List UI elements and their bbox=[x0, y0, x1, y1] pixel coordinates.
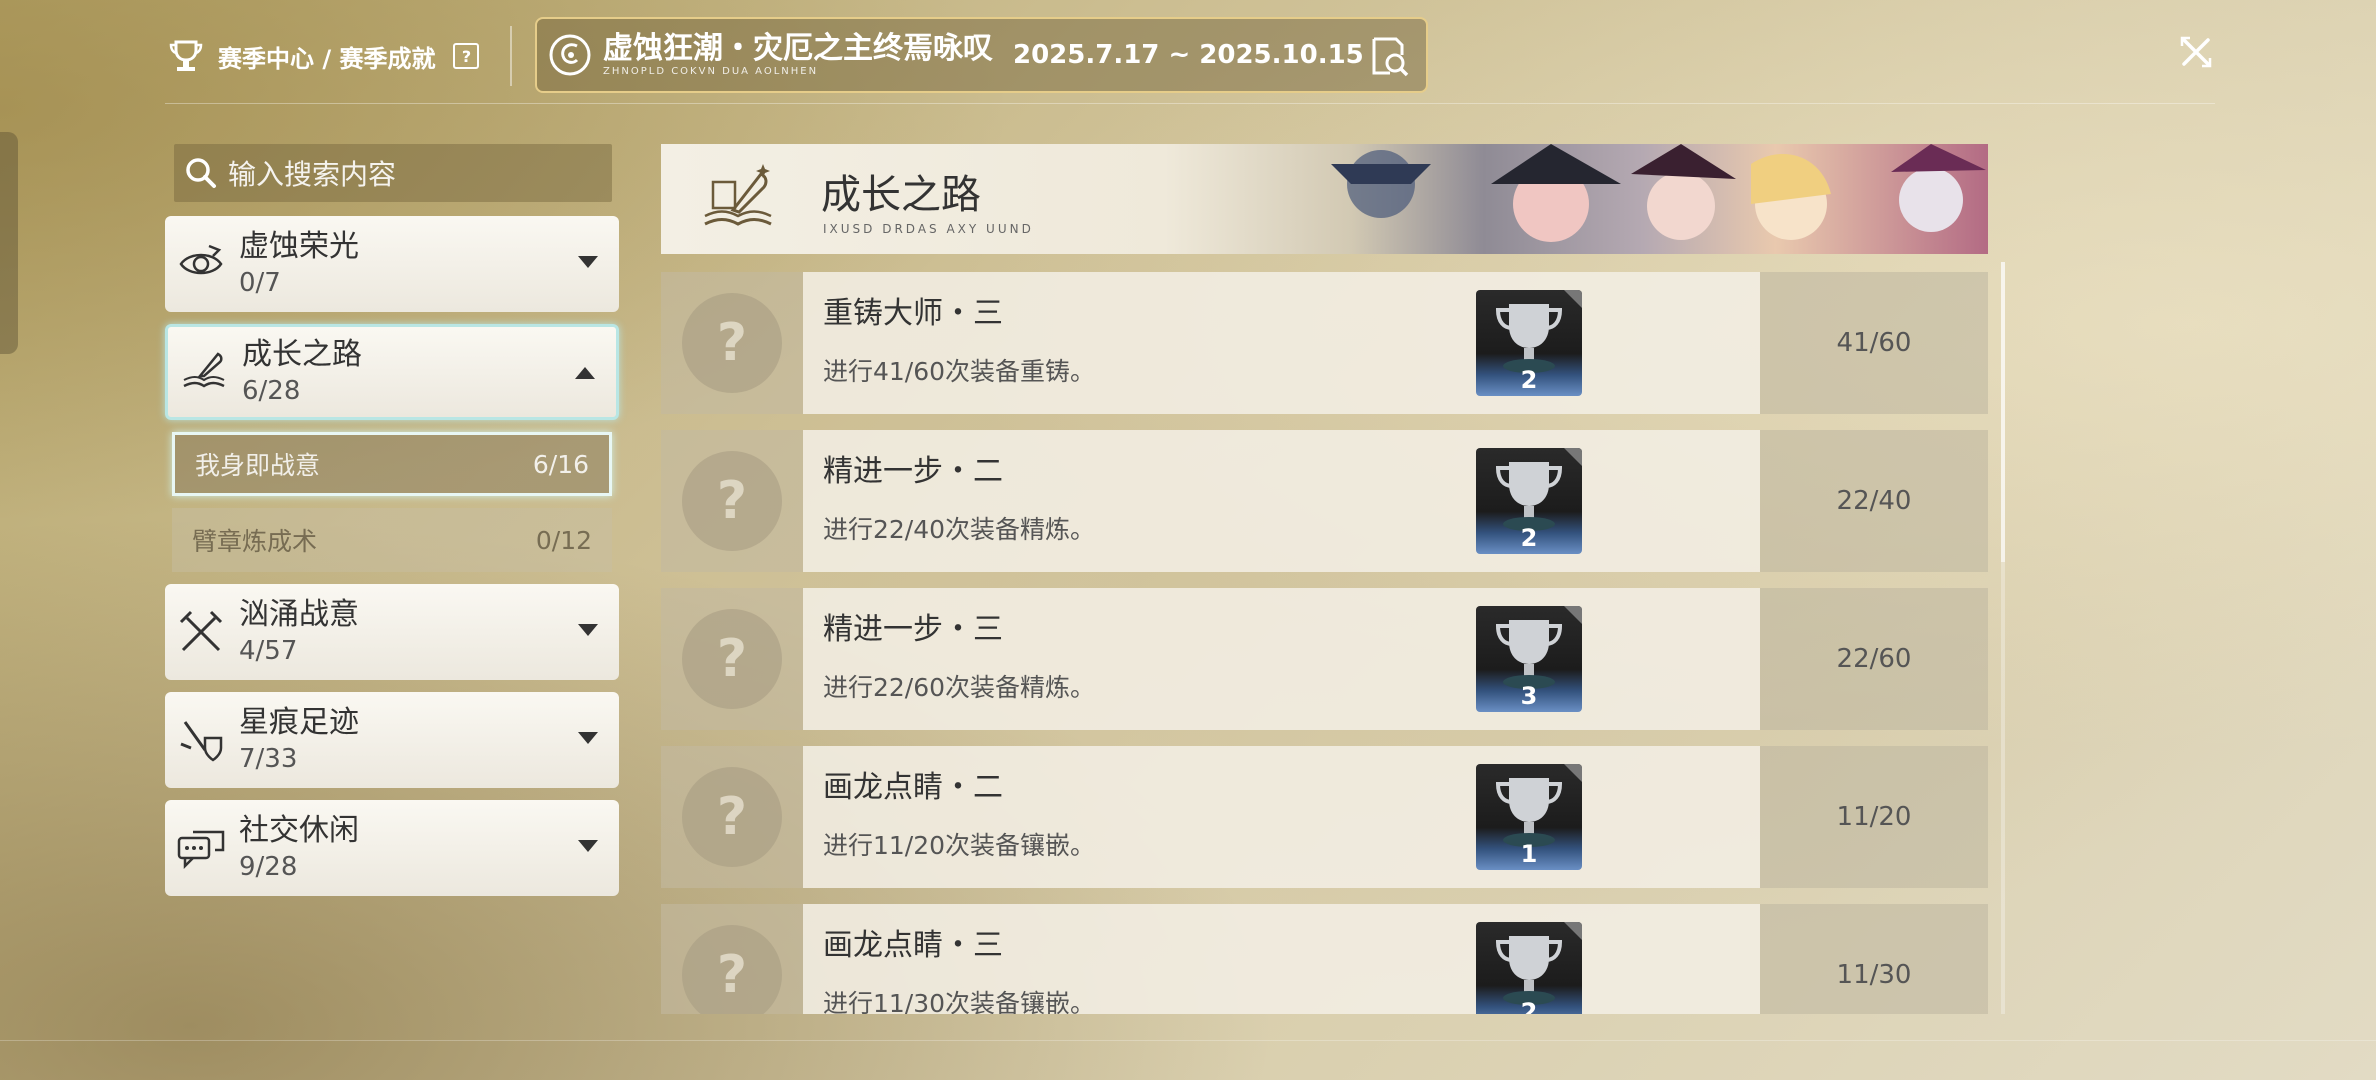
achievement-row[interactable]: ? 精进一步・三 进行22/60次装备精炼。 3 22/60 bbox=[661, 588, 1988, 730]
chevron-up-icon bbox=[575, 367, 595, 379]
search-placeholder: 输入搜索内容 bbox=[228, 158, 397, 191]
season-banner: 虚蚀狂潮・灾厄之主终焉咏叹 ZHNOPLD COKVN DUA AOLNHEN … bbox=[535, 17, 1428, 93]
scrollbar-thumb[interactable] bbox=[2001, 262, 2005, 562]
category-xushi-rongguang[interactable]: 虚蚀荣光 0/7 bbox=[165, 216, 619, 312]
achievement-desc: 进行11/30次装备镶嵌。 bbox=[823, 989, 1096, 1014]
question-mark-icon: ? bbox=[682, 293, 782, 393]
banner-title: 成长之路 bbox=[821, 172, 981, 218]
season-search-icon[interactable] bbox=[1366, 33, 1412, 79]
question-mark-icon: ? bbox=[682, 767, 782, 867]
locked-placeholder: ? bbox=[661, 904, 803, 1014]
achievement-name: 重铸大师・三 bbox=[823, 296, 1003, 331]
badge-level: 2 bbox=[1520, 998, 1538, 1014]
banner-subtitle: IXUSD DRDAS AXY UUND bbox=[823, 222, 1034, 236]
question-mark-icon: ? bbox=[682, 925, 782, 1014]
character-artwork bbox=[1331, 144, 1986, 242]
category-name: 汹涌战意 bbox=[239, 597, 359, 632]
season-emblem-icon bbox=[549, 34, 591, 76]
close-icon[interactable] bbox=[2176, 32, 2216, 72]
help-button[interactable]: ? bbox=[453, 43, 480, 69]
breadcrumb: 赛季中心 / 赛季成就 ? bbox=[166, 36, 480, 76]
achievement-row[interactable]: ? 精进一步・二 进行22/40次装备精炼。 2 22/40 bbox=[661, 430, 1988, 572]
chevron-down-icon bbox=[578, 840, 598, 852]
category-count: 7/33 bbox=[239, 744, 298, 774]
book-quill-icon bbox=[704, 164, 772, 226]
category-count: 4/57 bbox=[239, 636, 298, 666]
achievement-progress: 22/60 bbox=[1760, 588, 1988, 730]
subcategory-name: 臂章炼成术 bbox=[192, 527, 318, 556]
category-count: 0/7 bbox=[239, 268, 281, 298]
category-xinghen-zuji[interactable]: 星痕足迹 7/33 bbox=[165, 692, 619, 788]
list-scrollbar[interactable] bbox=[2001, 262, 2005, 1014]
trophy-badge: 1 bbox=[1476, 764, 1582, 870]
category-shejiao-xiuxian[interactable]: 社交休闲 9/28 bbox=[165, 800, 619, 896]
badge-level: 1 bbox=[1520, 840, 1538, 868]
trophy-badge: 3 bbox=[1476, 606, 1582, 712]
season-dates: 2025.7.17 ~ 2025.10.15 bbox=[1013, 40, 1364, 70]
breadcrumb-text[interactable]: 赛季中心 / 赛季成就 bbox=[218, 39, 435, 74]
subcategory-name: 我身即战意 bbox=[195, 451, 321, 480]
season-title: 虚蚀狂潮・灾厄之主终焉咏叹 bbox=[603, 31, 993, 66]
achievement-list[interactable]: ? 重铸大师・三 进行41/60次装备重铸。 2 41/60 ? 精进一步・二 … bbox=[661, 272, 1988, 1014]
achievement-row[interactable]: ? 重铸大师・三 进行41/60次装备重铸。 2 41/60 bbox=[661, 272, 1988, 414]
trophy-badge: 2 bbox=[1476, 922, 1582, 1014]
achievement-progress: 11/20 bbox=[1760, 746, 1988, 888]
achievement-progress: 41/60 bbox=[1760, 272, 1988, 414]
achievement-name: 画龙点睛・三 bbox=[823, 928, 1003, 963]
category-count: 6/28 bbox=[242, 376, 301, 406]
book-quill-icon bbox=[183, 352, 225, 388]
category-chengzhang-zhilu[interactable]: 成长之路 6/28 bbox=[165, 324, 619, 420]
category-name: 社交休闲 bbox=[239, 813, 359, 848]
achievement-name: 精进一步・三 bbox=[823, 612, 1003, 647]
category-xiongyong-zhanyi[interactable]: 汹涌战意 4/57 bbox=[165, 584, 619, 680]
locked-placeholder: ? bbox=[661, 588, 803, 730]
category-name: 成长之路 bbox=[242, 337, 362, 372]
category-banner: 成长之路 IXUSD DRDAS AXY UUND bbox=[661, 144, 1988, 254]
trophy-badge: 2 bbox=[1476, 448, 1582, 554]
achievement-row[interactable]: ? 画龙点睛・三 进行11/30次装备镶嵌。 2 11/30 bbox=[661, 904, 1988, 1014]
achievement-name: 精进一步・二 bbox=[823, 454, 1003, 489]
category-name: 虚蚀荣光 bbox=[239, 229, 359, 264]
achievement-row[interactable]: ? 画龙点睛・二 进行11/20次装备镶嵌。 1 11/20 bbox=[661, 746, 1988, 888]
crossed-weapons-icon bbox=[179, 610, 223, 652]
category-count: 9/28 bbox=[239, 852, 298, 882]
achievement-desc: 进行22/40次装备精炼。 bbox=[823, 515, 1096, 544]
trophy-badge: 2 bbox=[1476, 290, 1582, 396]
chat-bubbles-icon bbox=[177, 830, 225, 870]
season-subtitle: ZHNOPLD COKVN DUA AOLNHEN bbox=[603, 66, 819, 77]
chevron-down-icon bbox=[578, 256, 598, 268]
header-divider bbox=[510, 26, 512, 86]
sword-shield-icon bbox=[180, 721, 223, 762]
question-mark-icon: ? bbox=[682, 451, 782, 551]
question-mark-icon: ? bbox=[682, 609, 782, 709]
side-drawer-handle[interactable] bbox=[0, 132, 18, 354]
locked-placeholder: ? bbox=[661, 746, 803, 888]
chevron-down-icon bbox=[578, 624, 598, 636]
achievement-name: 画龙点睛・二 bbox=[823, 770, 1003, 805]
subcategory-count: 6/16 bbox=[532, 449, 589, 479]
badge-level: 2 bbox=[1520, 366, 1538, 394]
eye-emblem-icon bbox=[179, 244, 223, 275]
subcategory-bizhang-lianchengshu[interactable]: 臂章炼成术 0/12 bbox=[172, 508, 612, 572]
achievement-progress: 11/30 bbox=[1760, 904, 1988, 1014]
achievement-progress: 22/40 bbox=[1760, 430, 1988, 572]
subcategory-count: 0/12 bbox=[535, 525, 592, 555]
footer-separator bbox=[0, 1040, 2376, 1041]
search-input[interactable]: 输入搜索内容 bbox=[174, 144, 612, 202]
category-name: 星痕足迹 bbox=[239, 705, 359, 740]
locked-placeholder: ? bbox=[661, 272, 803, 414]
search-icon bbox=[186, 158, 216, 188]
header-separator bbox=[165, 103, 2215, 104]
badge-level: 2 bbox=[1520, 524, 1538, 552]
badge-level: 3 bbox=[1520, 682, 1538, 710]
subcategory-woshen-jizhanyi[interactable]: 我身即战意 6/16 bbox=[172, 432, 612, 496]
chevron-down-icon bbox=[578, 732, 598, 744]
locked-placeholder: ? bbox=[661, 430, 803, 572]
trophy-icon bbox=[169, 40, 203, 71]
achievement-desc: 进行11/20次装备镶嵌。 bbox=[823, 831, 1096, 860]
achievement-desc: 进行22/60次装备精炼。 bbox=[823, 673, 1096, 702]
achievement-desc: 进行41/60次装备重铸。 bbox=[823, 357, 1096, 386]
